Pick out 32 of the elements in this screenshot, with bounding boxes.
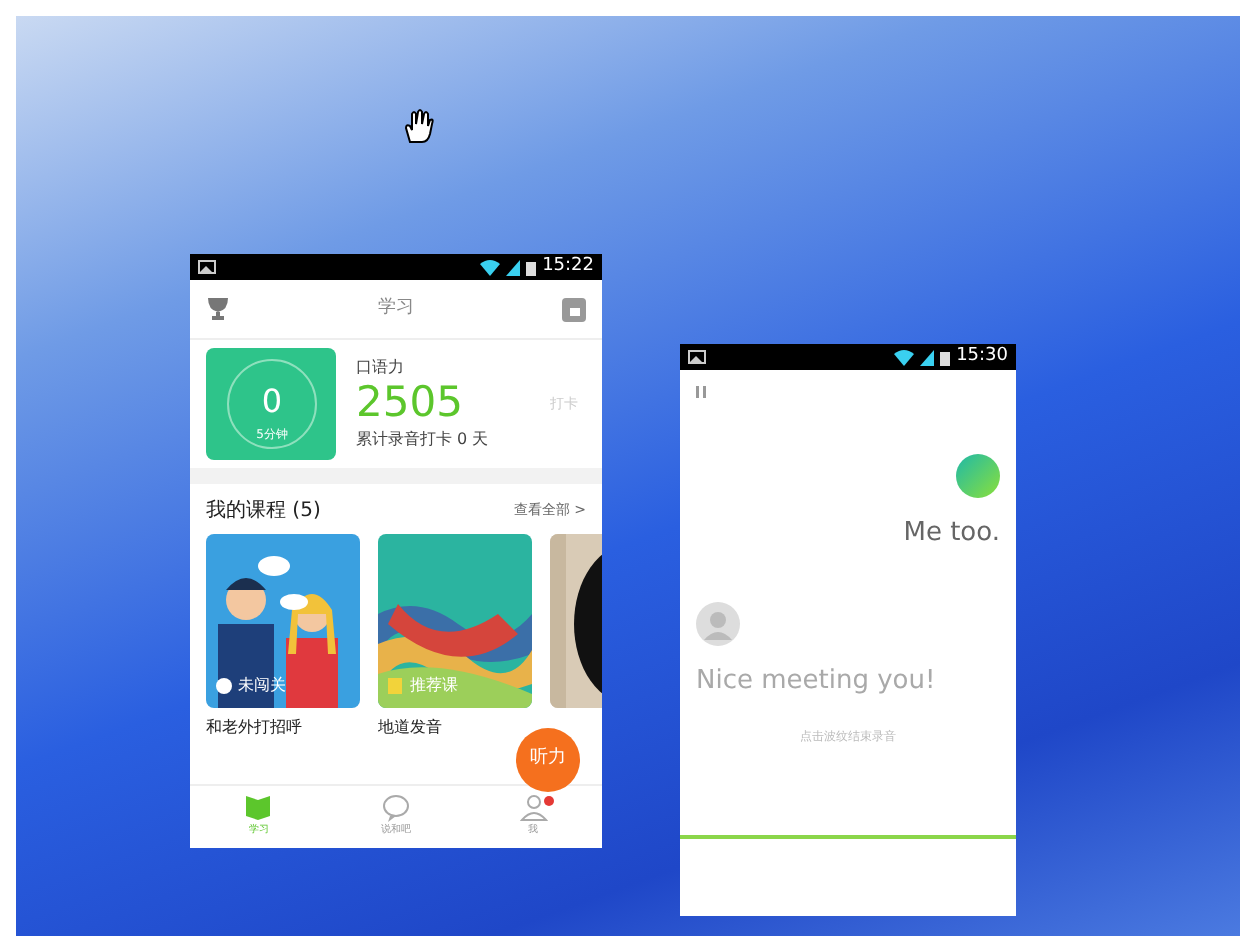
- message-text: Me too.: [903, 516, 1000, 552]
- ring-value: 0: [260, 382, 282, 420]
- image-icon: [198, 260, 216, 274]
- section-title: 我的课程 (5): [206, 497, 321, 526]
- avatar-icon: [696, 601, 740, 645]
- score-label: 口语力: [356, 356, 406, 381]
- book-icon: [244, 794, 273, 823]
- checkin-summary: 累计录音打卡 0 天: [356, 427, 491, 452]
- wifi-icon: [894, 349, 915, 365]
- person-icon: [519, 794, 548, 823]
- signal-icon: [920, 349, 935, 365]
- trophy-icon: [206, 298, 230, 320]
- waveform-line-icon: [680, 834, 1016, 840]
- status-time: 15:30: [956, 348, 1008, 366]
- signal-icon: [506, 259, 521, 275]
- battery-icon: [940, 349, 951, 365]
- avatar-icon: [956, 454, 1000, 498]
- listening-button[interactable]: 听力: [516, 728, 580, 792]
- chat-icon: [382, 794, 410, 823]
- pause-icon[interactable]: [696, 386, 706, 398]
- calendar-icon[interactable]: [562, 297, 586, 321]
- wifi-icon: [480, 259, 501, 275]
- hand-cursor-icon: [402, 108, 434, 144]
- image-icon: [688, 350, 706, 364]
- score-value: 2505: [356, 380, 463, 428]
- status-time: 15:22: [542, 258, 594, 276]
- course-badge: 未闯关: [216, 674, 286, 698]
- message-text: Nice meeting you!: [696, 663, 936, 699]
- battery-icon: [526, 259, 537, 275]
- header-title: 学习: [378, 295, 414, 322]
- course-title: 地道发音: [378, 716, 444, 740]
- course-title: 和老外打招呼: [206, 716, 304, 740]
